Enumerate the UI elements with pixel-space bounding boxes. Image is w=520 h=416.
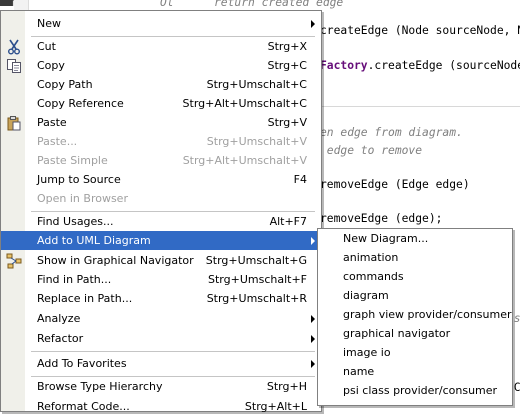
menu-item-shortcut: Strg+Umschalt+R: [206, 292, 307, 305]
submenu-item-label: New Diagram...: [343, 232, 429, 245]
menu-item-label: Add To Favorites: [37, 357, 127, 370]
menu-item-add-to-uml-diagram[interactable]: Add to UML Diagram: [1, 231, 321, 250]
code-text: (Edge edge): [388, 178, 470, 191]
menu-separator: [31, 351, 315, 352]
menu-item-new[interactable]: New: [1, 14, 321, 33]
menu-item-browse-type-hierarchy[interactable]: Browse Type Hierarchy Strg+H: [1, 377, 321, 396]
menu-item-label: Find in Path...: [37, 273, 112, 286]
menu-item-paste[interactable]: Paste Strg+V: [1, 113, 321, 132]
menu-item-shortcut: Strg+Alt+Umschalt+C: [182, 97, 307, 110]
menu-item-copy-path[interactable]: Copy Path Strg+Umschalt+C: [1, 75, 321, 94]
code-line-4: removeEdge (edge);: [320, 212, 443, 225]
menu-item-copy-reference[interactable]: Copy Reference Strg+Alt+Umschalt+C: [1, 94, 321, 113]
submenu-item-commands[interactable]: commands: [318, 267, 512, 286]
comment-line-2: edge to remove: [320, 144, 423, 157]
submenu-item-image-io[interactable]: image io: [318, 343, 512, 362]
menu-item-refactor[interactable]: Refactor: [1, 329, 321, 348]
menu-item-shortcut: Strg+Alt+Umschalt+V: [182, 154, 307, 167]
code-text: .createEdge (sourceNode: [367, 59, 520, 72]
menu-item-shortcut: Strg+V: [267, 116, 307, 129]
comment-line-1: en edge from diagram.: [320, 126, 463, 139]
submenu-item-graph-view-provider-consumer[interactable]: graph view provider/consumer: [318, 305, 512, 324]
menu-item-shortcut: Strg+X: [267, 40, 307, 53]
code-line-1: createEdge (Node sourceNode, No: [320, 24, 520, 37]
cut-icon: [6, 39, 22, 55]
submenu-item-label: diagram: [343, 289, 389, 302]
menu-item-open-in-browser: Open in Browser: [1, 189, 321, 208]
menu-item-shortcut: Strg+C: [267, 59, 307, 72]
menu-item-label: Open in Browser: [37, 192, 128, 205]
menu-item-label: Reformat Code...: [37, 400, 130, 413]
submenu-item-label: image io: [343, 346, 391, 359]
menu-item-show-in-graphical-navigator[interactable]: Show in Graphical Navigator Strg+Umschal…: [1, 251, 321, 270]
submenu-arrow-icon: [311, 315, 315, 323]
uml-diagram-submenu: New Diagram... animation commands diagra…: [317, 228, 513, 406]
submenu-arrow-icon: [311, 335, 315, 343]
method-name: createEdge: [320, 24, 389, 37]
menu-item-label: Jump to Source: [37, 173, 121, 186]
menu-item-label: Refactor: [37, 332, 84, 345]
code-line-2: Factory.createEdge (sourceNode: [320, 59, 520, 72]
menu-item-shortcut: Strg+Umschalt+G: [205, 254, 307, 267]
submenu-item-label: animation: [343, 251, 399, 264]
factory-call: Factory: [320, 59, 368, 72]
menu-item-paste-dialog: Paste... Strg+Umschalt+V: [1, 132, 321, 151]
menu-item-shortcut: Strg+Umschalt+V: [206, 135, 307, 148]
menu-item-label: Paste...: [37, 135, 78, 148]
submenu-item-label: name: [343, 365, 375, 378]
code-line-top: return created edge: [214, 0, 344, 9]
menu-item-label: Show in Graphical Navigator: [37, 254, 194, 267]
submenu-item-label: commands: [343, 270, 404, 283]
menu-item-label: Cut: [37, 40, 56, 53]
menu-item-label: Copy Reference: [37, 97, 124, 110]
menu-item-paste-simple: Paste Simple Strg+Alt+Umschalt+V: [1, 151, 321, 170]
context-menu: New Cut Strg+X Copy Strg+C Copy Path Str…: [0, 10, 322, 413]
menu-item-label: Paste: [37, 116, 67, 129]
menu-item-shortcut: Strg+Umschalt+C: [206, 78, 307, 91]
menu-item-label: Analyze: [37, 312, 81, 325]
menu-item-find-in-path[interactable]: Find in Path... Strg+Umschalt+F: [1, 270, 321, 289]
submenu-item-animation[interactable]: animation: [318, 248, 512, 267]
graph-navigator-icon: [6, 253, 22, 269]
menu-item-shortcut: Strg+Umschalt+F: [208, 273, 307, 286]
submenu-item-psi-class-provider-consumer[interactable]: psi class provider/consumer: [318, 381, 512, 400]
menu-item-jump-to-source[interactable]: Jump to Source F4: [1, 170, 321, 189]
menu-item-analyze[interactable]: Analyze: [1, 309, 321, 328]
menu-item-label: Browse Type Hierarchy: [37, 380, 163, 393]
menu-item-shortcut: Strg+H: [266, 380, 307, 393]
submenu-arrow-icon: [311, 20, 315, 28]
copy-icon: [6, 58, 22, 74]
submenu-item-new-diagram[interactable]: New Diagram...: [318, 229, 512, 248]
menu-item-label: Copy Path: [37, 78, 93, 91]
menu-item-find-usages[interactable]: Find Usages... Alt+F7: [1, 212, 321, 231]
paste-icon: [6, 115, 22, 131]
menu-item-label: Add to UML Diagram: [37, 234, 151, 247]
method-name: removeEdge: [320, 178, 389, 191]
menu-item-copy[interactable]: Copy Strg+C: [1, 56, 321, 75]
submenu-item-label: graph view provider/consumer: [343, 308, 512, 321]
menu-item-shortcut: Alt+F7: [269, 215, 307, 228]
menu-item-add-to-favorites[interactable]: Add To Favorites: [1, 354, 321, 373]
menu-item-replace-in-path[interactable]: Replace in Path... Strg+Umschalt+R: [1, 289, 321, 308]
submenu-arrow-icon: [311, 360, 315, 368]
menu-item-shortcut: F4: [293, 173, 307, 186]
menu-item-label: Replace in Path...: [37, 292, 133, 305]
menu-item-reformat-code[interactable]: Reformat Code... Strg+Alt+L: [1, 397, 321, 416]
submenu-item-name[interactable]: name: [318, 362, 512, 381]
menu-item-label: Find Usages...: [37, 215, 114, 228]
menu-item-shortcut: Strg+Alt+L: [244, 400, 307, 413]
code-line-3: removeEdge (Edge edge): [320, 178, 470, 191]
submenu-item-diagram[interactable]: diagram: [318, 286, 512, 305]
submenu-item-label: psi class provider/consumer: [343, 384, 498, 397]
menu-item-label: Copy: [37, 59, 65, 72]
menu-item-cut[interactable]: Cut Strg+X: [1, 37, 321, 56]
submenu-item-label: graphical navigator: [343, 327, 451, 340]
submenu-item-graphical-navigator[interactable]: graphical navigator: [318, 324, 512, 343]
code-text: (Node sourceNode, No: [388, 24, 520, 37]
code-line-top-left: Ol: [160, 0, 174, 9]
menu-item-label: Paste Simple: [37, 154, 108, 167]
menu-item-label: New: [37, 17, 61, 30]
submenu-arrow-icon: [311, 237, 315, 245]
